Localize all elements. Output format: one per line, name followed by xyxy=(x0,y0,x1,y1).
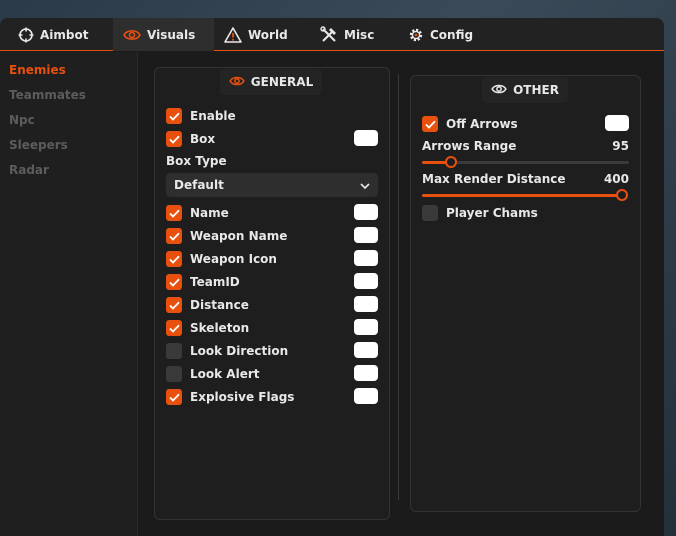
weapon-icon-checkbox[interactable] xyxy=(166,251,182,267)
eye-icon xyxy=(123,28,141,42)
weapon-icon-option[interactable]: Weapon Icon xyxy=(166,250,277,268)
look-alert-label: Look Alert xyxy=(190,367,260,381)
weapon-name-color-swatch[interactable] xyxy=(354,227,378,243)
box-type-label: Box Type xyxy=(166,154,227,168)
box-type-select[interactable]: Default xyxy=(166,173,378,197)
distance-color-swatch[interactable] xyxy=(354,296,378,312)
sidebar-item-enemies[interactable]: Enemies xyxy=(9,63,66,77)
sidebar-item-npc[interactable]: Npc xyxy=(9,113,35,127)
tab-label: Aimbot xyxy=(40,27,89,42)
tab-config[interactable]: Config xyxy=(398,18,483,51)
sidebar: Enemies Teammates Npc Sleepers Radar xyxy=(0,52,138,536)
teamid-checkbox[interactable] xyxy=(166,274,182,290)
gear-icon xyxy=(408,27,424,43)
look-direction-checkbox[interactable] xyxy=(166,343,182,359)
skeleton-checkbox[interactable] xyxy=(166,320,182,336)
look-direction-option[interactable]: Look Direction xyxy=(166,342,288,360)
skeleton-label: Skeleton xyxy=(190,321,250,335)
player-chams-label: Player Chams xyxy=(446,206,538,220)
off-arrows-option[interactable]: Off Arrows xyxy=(422,115,518,133)
arrows-range-slider[interactable] xyxy=(422,156,629,168)
weapon-icon-label: Weapon Icon xyxy=(190,252,277,266)
weapon-name-label: Weapon Name xyxy=(190,229,288,243)
eye-icon xyxy=(491,83,507,98)
player-chams-checkbox[interactable] xyxy=(422,205,438,221)
distance-label: Distance xyxy=(190,298,249,312)
tools-icon xyxy=(320,25,338,44)
tab-world[interactable]: World xyxy=(214,18,298,51)
box-type-value: Default xyxy=(174,178,224,192)
chevron-down-icon xyxy=(360,178,370,192)
name-color-swatch[interactable] xyxy=(354,204,378,220)
explosive-flags-option[interactable]: Explosive Flags xyxy=(166,388,294,406)
tab-label: Visuals xyxy=(147,27,196,42)
off-arrows-checkbox[interactable] xyxy=(422,116,438,132)
enable-label: Enable xyxy=(190,109,236,123)
skeleton-option[interactable]: Skeleton xyxy=(166,319,249,337)
weapon-icon-color-swatch[interactable] xyxy=(354,250,378,266)
name-option[interactable]: Name xyxy=(166,204,229,222)
other-panel-title: OTHER xyxy=(482,77,568,103)
tab-label: Config xyxy=(430,27,474,42)
crosshair-icon xyxy=(18,27,34,43)
weapon-name-checkbox[interactable] xyxy=(166,228,182,244)
explosive-flags-color-swatch[interactable] xyxy=(354,388,378,404)
box-option[interactable]: Box xyxy=(166,130,215,148)
arrows-range-value: 95 xyxy=(612,139,629,153)
tab-visuals[interactable]: Visuals xyxy=(113,18,214,51)
distance-option[interactable]: Distance xyxy=(166,296,249,314)
sidebar-item-teammates[interactable]: Teammates xyxy=(9,88,86,102)
explosive-flags-label: Explosive Flags xyxy=(190,390,295,404)
enable-option[interactable]: Enable xyxy=(166,107,236,125)
tab-label: World xyxy=(248,27,288,42)
max-render-distance-label: Max Render Distance xyxy=(422,172,566,186)
tab-aimbot[interactable]: Aimbot xyxy=(8,18,98,51)
player-chams-option[interactable]: Player Chams xyxy=(422,204,538,222)
tab-label: Misc xyxy=(344,27,375,42)
teamid-color-swatch[interactable] xyxy=(354,273,378,289)
distance-checkbox[interactable] xyxy=(166,297,182,313)
sidebar-item-radar[interactable]: Radar xyxy=(9,163,49,177)
off-arrows-label: Off Arrows xyxy=(446,117,518,131)
box-color-swatch[interactable] xyxy=(354,130,378,146)
panel-title-text: OTHER xyxy=(513,83,559,97)
explosive-flags-checkbox[interactable] xyxy=(166,389,182,405)
max-render-distance-value: 400 xyxy=(603,172,629,186)
look-alert-checkbox[interactable] xyxy=(166,366,182,382)
max-render-distance-slider[interactable] xyxy=(422,189,628,201)
slider-fill xyxy=(422,194,622,197)
sidebar-item-sleepers[interactable]: Sleepers xyxy=(9,138,68,152)
slider-thumb[interactable] xyxy=(445,156,457,168)
warning-triangle-icon xyxy=(224,26,242,43)
box-label: Box xyxy=(190,132,216,146)
tab-misc[interactable]: Misc xyxy=(310,18,384,51)
look-direction-label: Look Direction xyxy=(190,344,289,358)
weapon-name-option[interactable]: Weapon Name xyxy=(166,227,287,245)
panel-title-text: GENERAL xyxy=(250,75,314,89)
slider-thumb[interactable] xyxy=(616,189,628,201)
tab-bar: Aimbot Visuals World Misc Config xyxy=(0,18,664,51)
arrows-range-label: Arrows Range xyxy=(422,139,517,153)
name-checkbox[interactable] xyxy=(166,205,182,221)
off-arrows-color-swatch[interactable] xyxy=(605,115,629,131)
skeleton-color-swatch[interactable] xyxy=(354,319,378,335)
eye-icon xyxy=(229,75,245,90)
teamid-label: TeamID xyxy=(190,275,240,289)
enable-checkbox[interactable] xyxy=(166,108,182,124)
teamid-option[interactable]: TeamID xyxy=(166,273,240,291)
name-label: Name xyxy=(190,206,229,220)
general-panel-title: GENERAL xyxy=(220,69,322,95)
box-checkbox[interactable] xyxy=(166,131,182,147)
look-direction-color-swatch[interactable] xyxy=(354,342,378,358)
look-alert-option[interactable]: Look Alert xyxy=(166,365,260,383)
look-alert-color-swatch[interactable] xyxy=(354,365,378,381)
panel-divider xyxy=(398,74,399,500)
